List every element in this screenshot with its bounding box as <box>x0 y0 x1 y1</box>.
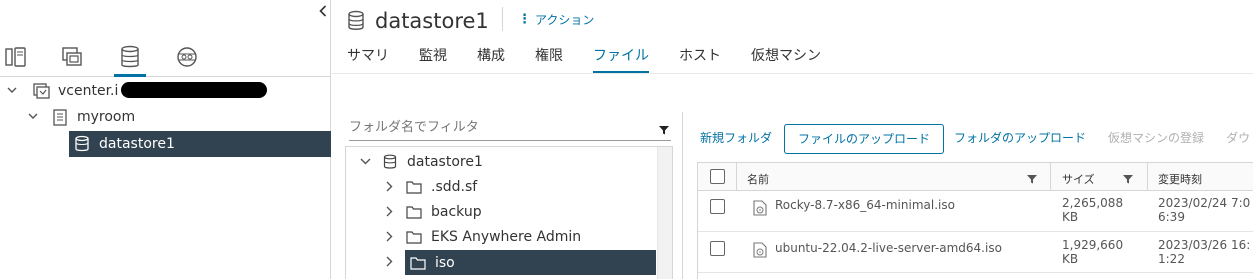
folder-icon <box>406 204 422 220</box>
tabs-divider <box>332 73 1253 74</box>
tab-monitor[interactable]: 監視 <box>419 42 447 74</box>
file-size-unit: KB <box>1062 252 1079 266</box>
register-vm-button[interactable]: 仮想マシンの登録 <box>1108 124 1204 154</box>
new-folder-button[interactable]: 新規フォルダ <box>700 124 772 154</box>
folder-icon <box>406 229 422 245</box>
row-checkbox[interactable] <box>710 199 725 214</box>
chevron-down-icon[interactable] <box>358 155 372 169</box>
tab-hosts[interactable]: ホスト <box>679 42 721 74</box>
folder-item[interactable]: backup <box>382 199 482 224</box>
chevron-left-icon <box>319 5 327 17</box>
tab-vms[interactable]: 仮想マシン <box>751 42 821 74</box>
vms-templates-view-icon[interactable] <box>57 43 87 71</box>
redacted-hostname <box>121 82 267 98</box>
grid-header: 名前 サイズ 変更時刻 <box>698 163 1253 191</box>
file-size-unit: KB <box>1062 210 1079 224</box>
pane-divider[interactable] <box>682 112 683 279</box>
storage-view-icon[interactable] <box>114 43 146 77</box>
object-tabs: サマリ 監視 構成 権限 ファイル ホスト 仮想マシン <box>332 42 836 74</box>
folder-filter-input[interactable] <box>349 115 649 139</box>
chevron-down-icon[interactable] <box>27 111 39 123</box>
networking-view-icon[interactable] <box>172 43 202 71</box>
file-grid: 名前 サイズ 変更時刻 Rocky-8.7-x86_64-minimal.iso… <box>697 162 1253 279</box>
tab-permissions[interactable]: 権限 <box>535 42 563 74</box>
actions-menu-button[interactable]: ⋮ アクション <box>518 11 594 28</box>
folder-label: iso <box>435 254 455 271</box>
folder-label: .sdd.sf <box>431 178 478 195</box>
file-modified-time: 6:39 <box>1158 210 1185 224</box>
upload-files-button[interactable]: ファイルのアップロード <box>784 124 945 154</box>
navigator-view-tabs <box>0 40 331 77</box>
chevron-right-icon[interactable] <box>382 205 396 219</box>
disc-image-file-icon <box>753 242 767 258</box>
upload-folder-button[interactable]: フォルダのアップロード <box>954 124 1086 154</box>
file-name[interactable]: ubuntu-22.04.2-live-server-amd64.iso <box>775 241 1002 255</box>
datastore-icon <box>348 10 364 30</box>
column-separator[interactable] <box>1147 163 1148 191</box>
actions-label: アクション <box>535 13 595 27</box>
datastore-icon <box>382 154 398 170</box>
tab-summary[interactable]: サマリ <box>347 42 389 74</box>
file-name[interactable]: Rocky-8.7-x86_64-minimal.iso <box>775 198 955 212</box>
folder-item[interactable]: EKS Anywhere Admin <box>382 224 581 249</box>
folder-filter <box>349 115 671 141</box>
tree-item-label: vcenter.i <box>58 82 119 99</box>
main-content: datastore1 ⋮ アクション サマリ 監視 構成 権限 ファイル ホスト… <box>332 0 1253 279</box>
datacenter-icon <box>51 108 69 126</box>
download-button[interactable]: ダウ <box>1226 124 1250 154</box>
object-title: datastore1 <box>347 7 489 35</box>
folder-tree: datastore1 .sdd.sf backup EKS Anywhere A… <box>345 146 673 279</box>
tab-configure[interactable]: 構成 <box>477 42 505 74</box>
file-size: 1,929,660 <box>1062 238 1124 252</box>
table-row[interactable]: ubuntu-22.04.2-live-server-amd64.iso 1,9… <box>698 232 1253 273</box>
folder-label: backup <box>431 203 482 220</box>
chevron-right-icon[interactable] <box>382 255 396 269</box>
column-separator[interactable] <box>1050 163 1051 191</box>
tree-item-label: myroom <box>77 108 136 125</box>
folder-label: EKS Anywhere Admin <box>431 228 582 245</box>
filter-icon[interactable] <box>1123 174 1133 184</box>
hosts-clusters-view-icon[interactable] <box>1 43 31 71</box>
select-all-checkbox[interactable] <box>710 169 725 184</box>
folder-item[interactable] <box>382 249 406 274</box>
table-row[interactable]: Rocky-8.7-x86_64-minimal.iso 2,265,088 K… <box>698 191 1253 232</box>
column-separator[interactable] <box>736 163 737 191</box>
file-modified: 2023/03/26 16: <box>1158 238 1251 252</box>
file-size: 2,265,088 <box>1062 196 1124 210</box>
column-header-modified[interactable]: 変更時刻 <box>1158 171 1202 187</box>
vertical-ellipsis-icon: ⋮ <box>518 12 531 27</box>
tree-item-datastore1[interactable]: datastore1 <box>69 131 331 157</box>
vcenter-icon <box>32 82 50 100</box>
collapse-navigator-button[interactable] <box>316 3 330 19</box>
file-toolbar: 新規フォルダ ファイルのアップロード フォルダのアップロード 仮想マシンの登録 … <box>700 124 1253 154</box>
datastore-icon <box>73 135 91 153</box>
chevron-down-icon[interactable] <box>6 85 18 97</box>
folder-item[interactable]: .sdd.sf <box>382 174 477 199</box>
column-header-name[interactable]: 名前 <box>747 171 769 187</box>
chevron-right-icon[interactable] <box>382 180 396 194</box>
folder-item-selected[interactable]: iso <box>405 250 656 275</box>
page-title: datastore1 <box>375 9 489 33</box>
folder-tree-scrollbar[interactable] <box>657 147 672 279</box>
tree-item-vcenter[interactable]: vcenter.i <box>6 78 118 103</box>
tree-item-label: datastore1 <box>99 136 175 152</box>
row-checkbox[interactable] <box>710 241 725 256</box>
folder-label: datastore1 <box>407 153 483 170</box>
title-divider <box>502 7 503 31</box>
file-modified-time: 1:22 <box>1158 252 1185 266</box>
chevron-right-icon[interactable] <box>382 230 396 244</box>
file-modified: 2023/02/24 7:0 <box>1158 196 1251 210</box>
disc-image-file-icon <box>753 200 767 216</box>
tree-item-datacenter[interactable]: myroom <box>27 104 135 129</box>
filter-icon[interactable] <box>659 125 669 135</box>
filter-icon[interactable] <box>1027 174 1037 184</box>
folder-icon <box>406 179 422 195</box>
folder-icon <box>410 255 426 271</box>
tab-files[interactable]: ファイル <box>593 42 649 74</box>
column-header-size[interactable]: サイズ <box>1062 171 1095 187</box>
folder-tree-root[interactable]: datastore1 <box>358 149 483 174</box>
navigator-panel: vcenter.i myroom datastore1 <box>0 0 331 279</box>
